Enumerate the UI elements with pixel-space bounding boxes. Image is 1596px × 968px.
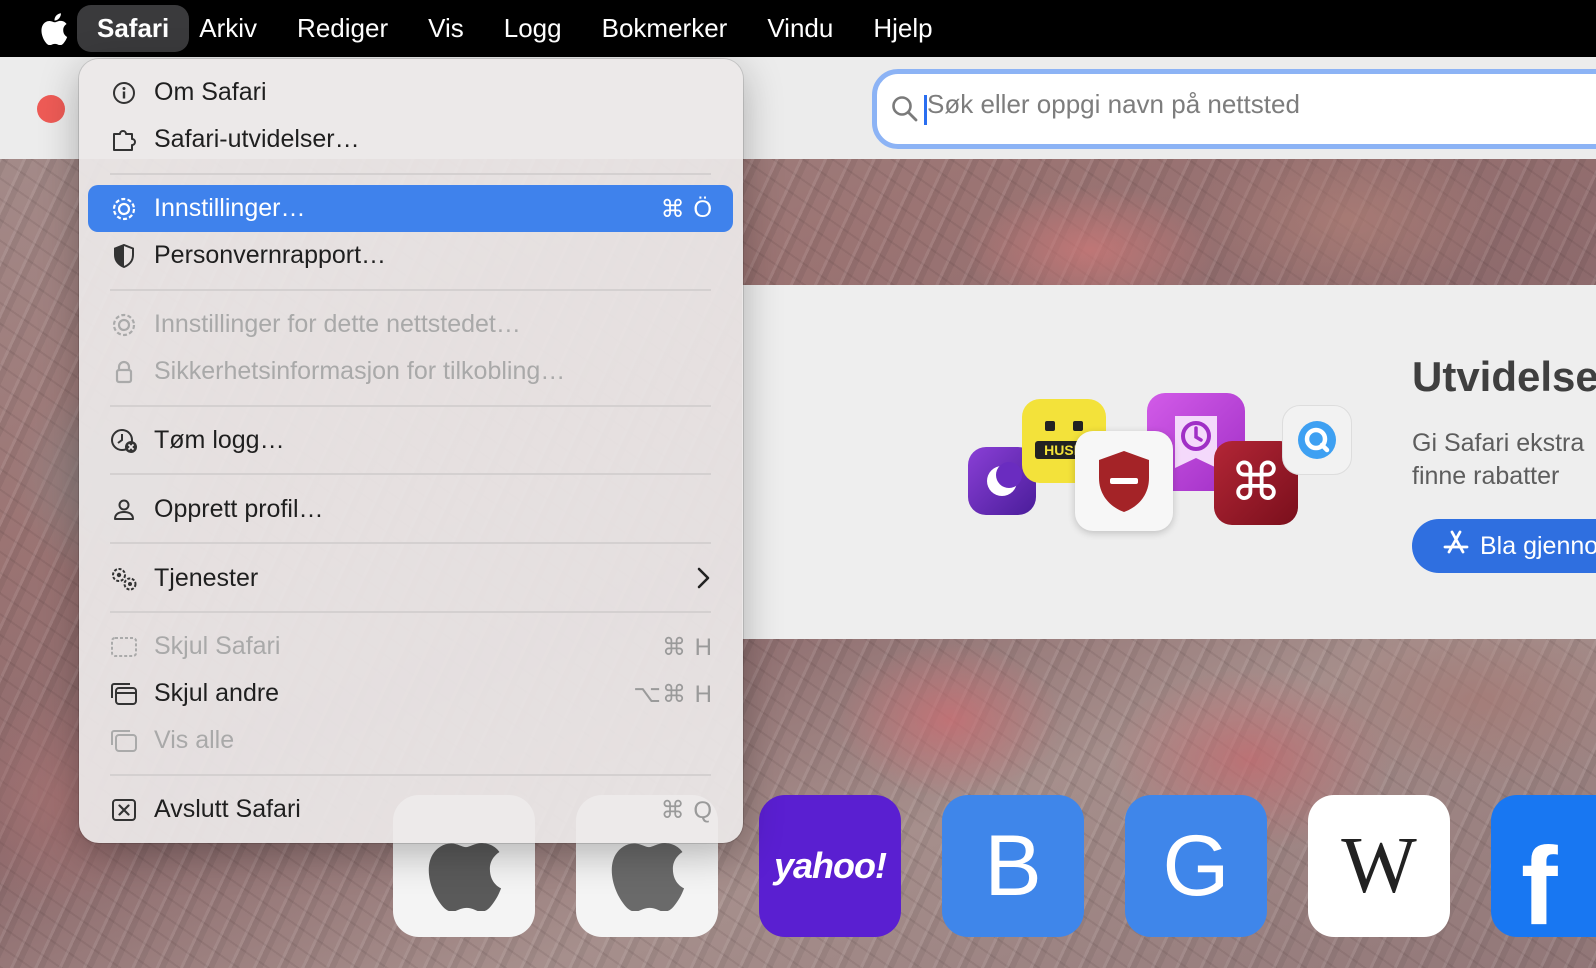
info-icon xyxy=(110,79,138,107)
lock-icon xyxy=(110,358,138,386)
menu-item-shortcut: ⌘ Q xyxy=(660,797,713,824)
menu-bokmerker[interactable]: Bokmerker xyxy=(582,5,748,52)
search-icon xyxy=(891,95,919,128)
close-window-button[interactable] xyxy=(37,95,65,123)
browse-extensions-label: Bla gjennom xyxy=(1480,531,1596,560)
menu-item-privacy-report[interactable]: Personvernrapport… xyxy=(88,232,733,279)
menu-separator xyxy=(110,405,711,407)
menu-item-safari-extensions[interactable]: Safari-utvidelser… xyxy=(88,116,733,163)
menu-item-label: Tjenester xyxy=(154,564,259,592)
menu-item-shortcut: ⌥⌘ H xyxy=(633,681,713,708)
menu-separator xyxy=(110,774,711,776)
menu-vis[interactable]: Vis xyxy=(408,5,484,52)
menu-item-show-all[interactable]: Vis alle xyxy=(88,717,733,764)
menu-item-label: Sikkerhetsinformasjon for tilkobling… xyxy=(154,357,566,385)
wikipedia-letter: W xyxy=(1341,821,1417,910)
app-store-icon xyxy=(1442,529,1470,564)
adblock-app-icon xyxy=(1075,431,1173,531)
puzzle-icon xyxy=(110,126,138,154)
menu-item-connection-security[interactable]: Sikkerhetsinformasjon for tilkobling… xyxy=(88,348,733,395)
show-all-icon xyxy=(110,727,138,755)
menu-rediger[interactable]: Rediger xyxy=(277,5,408,52)
menu-separator xyxy=(110,173,711,175)
gear-icon xyxy=(110,195,138,223)
bing-letter: B xyxy=(984,817,1042,914)
favorite-wikipedia[interactable]: W xyxy=(1308,795,1450,937)
menu-item-shortcut: ⌘ Ö xyxy=(660,196,713,223)
menu-separator xyxy=(110,611,711,613)
favorite-facebook[interactable]: f xyxy=(1491,795,1596,937)
menu-safari[interactable]: Safari xyxy=(77,5,190,52)
menu-item-hide-safari[interactable]: Skjul Safari ⌘ H xyxy=(88,623,733,670)
favorite-yahoo[interactable]: yahoo! xyxy=(759,795,901,937)
menu-item-site-settings[interactable]: Innstillinger for dette nettstedet… xyxy=(88,301,733,348)
menu-item-clear-history[interactable]: Tøm logg… xyxy=(88,417,733,464)
services-gears-icon xyxy=(110,565,138,593)
menu-item-settings[interactable]: Innstillinger… ⌘ Ö xyxy=(88,185,733,232)
menu-item-services[interactable]: Tjenester xyxy=(88,555,733,602)
menu-item-create-profile[interactable]: Opprett profil… xyxy=(88,486,733,533)
quit-icon xyxy=(110,796,138,824)
menu-bar: Safari Arkiv Rediger Vis Logg Bokmerker … xyxy=(0,0,1596,57)
google-letter: G xyxy=(1162,817,1230,914)
search-input[interactable] xyxy=(927,89,1567,120)
menu-item-label: Skjul Safari xyxy=(154,632,281,660)
menu-item-label: Avslutt Safari xyxy=(154,795,301,823)
apple-logo-icon[interactable] xyxy=(39,12,69,45)
safari-menu-dropdown: Om Safari Safari-utvidelser… Innstilling… xyxy=(79,59,743,843)
menu-item-label: Safari-utvidelser… xyxy=(154,125,360,153)
menu-logg[interactable]: Logg xyxy=(484,5,582,52)
menu-arkiv[interactable]: Arkiv xyxy=(189,5,277,52)
person-icon xyxy=(110,496,138,524)
menu-item-quit-safari[interactable]: Avslutt Safari ⌘ Q xyxy=(88,786,733,833)
facebook-letter: f xyxy=(1521,824,1558,938)
menu-item-label: Vis alle xyxy=(154,726,235,754)
favorite-google[interactable]: G xyxy=(1125,795,1267,937)
menu-item-label: Tøm logg… xyxy=(154,426,285,454)
menu-item-label: Skjul andre xyxy=(154,679,280,707)
menu-separator xyxy=(110,473,711,475)
menu-separator xyxy=(110,542,711,544)
browse-extensions-button[interactable]: Bla gjennom xyxy=(1412,519,1596,573)
search-app-icon xyxy=(1282,405,1352,475)
menu-item-label: Innstillinger for dette nettstedet… xyxy=(154,310,521,338)
gear-icon xyxy=(110,311,138,339)
hide-others-icon xyxy=(110,680,138,708)
chevron-right-icon xyxy=(695,566,711,597)
extensions-description: Gi Safari ekstra finne rabatter xyxy=(1412,427,1596,493)
menu-item-label: Opprett profil… xyxy=(154,495,324,523)
menu-item-label: Om Safari xyxy=(154,78,267,106)
menu-item-shortcut: ⌘ H xyxy=(662,634,713,661)
yahoo-logo: yahoo! xyxy=(773,845,887,886)
hide-window-icon xyxy=(110,633,138,661)
menu-separator xyxy=(110,289,711,291)
menu-item-label: Innstillinger… xyxy=(154,194,306,222)
extensions-panel: HUSH ⌘ Utvidelser Gi Safari ekstra finne… xyxy=(742,285,1596,639)
menu-hjelp[interactable]: Hjelp xyxy=(853,5,952,52)
shield-icon xyxy=(110,242,138,270)
menu-item-label: Personvernrapport… xyxy=(154,241,387,269)
menu-item-hide-others[interactable]: Skjul andre ⌥⌘ H xyxy=(88,670,733,717)
favorite-bing[interactable]: B xyxy=(942,795,1084,937)
extensions-description-line: Gi Safari ekstra xyxy=(1412,429,1585,457)
extensions-description-line: finne rabatter xyxy=(1412,462,1560,490)
clock-clear-icon xyxy=(110,427,138,455)
extensions-title: Utvidelser xyxy=(1412,353,1596,400)
address-bar[interactable] xyxy=(872,69,1596,149)
menu-item-about-safari[interactable]: Om Safari xyxy=(88,69,733,116)
menu-vindu[interactable]: Vindu xyxy=(747,5,853,52)
